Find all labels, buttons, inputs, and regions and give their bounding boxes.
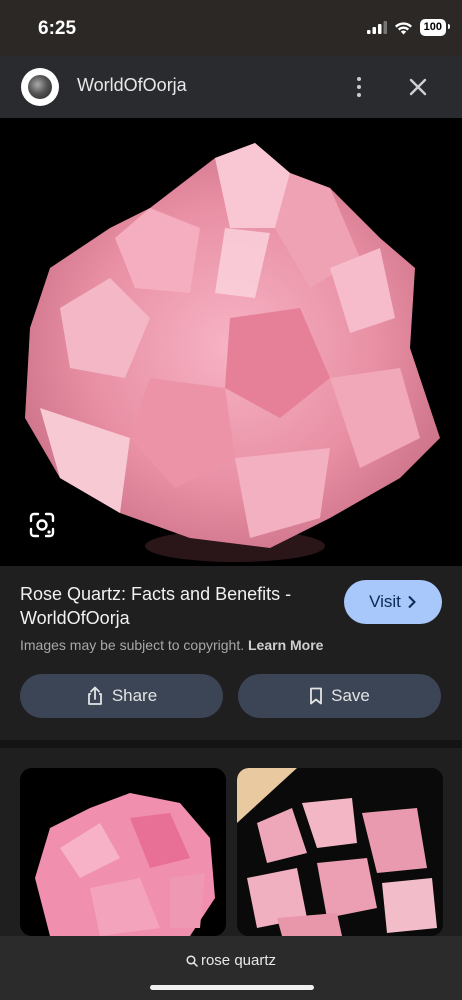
status-bar: 6:25 100 xyxy=(0,0,462,56)
viewer-header: WorldOfOorja xyxy=(0,56,462,118)
wifi-icon xyxy=(394,21,412,34)
main-image[interactable] xyxy=(0,118,462,566)
section-divider xyxy=(0,740,462,748)
status-icons: 100 xyxy=(366,19,451,36)
related-images xyxy=(0,748,462,936)
search-query[interactable]: rose quartz xyxy=(0,952,462,969)
site-logo-icon xyxy=(28,75,52,99)
status-time: 6:25 xyxy=(38,18,77,39)
search-query-text: rose quartz xyxy=(200,952,277,969)
signal-icon xyxy=(366,21,387,34)
related-image-1[interactable] xyxy=(20,768,226,936)
site-avatar[interactable] xyxy=(21,68,59,106)
share-button[interactable]: Share xyxy=(20,674,223,718)
save-button[interactable]: Save xyxy=(238,674,441,718)
related-image-2-graphic xyxy=(237,768,443,936)
battery-indicator: 100 xyxy=(419,19,451,36)
share-icon xyxy=(87,686,102,705)
more-options-button[interactable] xyxy=(347,73,371,101)
related-image-2[interactable] xyxy=(237,768,443,936)
copyright-text: Images may be subject to copyright. xyxy=(20,637,245,653)
bookmark-icon xyxy=(310,687,323,705)
site-name[interactable]: WorldOfOorja xyxy=(77,75,187,96)
search-icon xyxy=(186,954,198,967)
bottom-search-bar: rose quartz xyxy=(0,936,462,1000)
visit-button[interactable]: Visit xyxy=(344,580,442,624)
learn-more-link[interactable]: Learn More xyxy=(248,637,323,653)
image-info: Rose Quartz: Facts and Benefits - WorldO… xyxy=(0,566,462,740)
google-lens-icon[interactable] xyxy=(27,510,57,540)
rose-quartz-image xyxy=(0,118,462,566)
more-vert-icon xyxy=(357,77,361,81)
close-icon[interactable] xyxy=(404,73,432,101)
related-image-1-graphic xyxy=(20,768,226,936)
share-label: Share xyxy=(111,686,158,705)
visit-label: Visit xyxy=(369,592,401,611)
home-indicator[interactable] xyxy=(150,985,314,990)
copyright-notice: Images may be subject to copyright. Lear… xyxy=(20,637,323,653)
save-label: Save xyxy=(331,686,370,705)
result-title[interactable]: Rose Quartz: Facts and Benefits - WorldO… xyxy=(20,582,330,630)
chevron-right-icon xyxy=(408,595,416,609)
